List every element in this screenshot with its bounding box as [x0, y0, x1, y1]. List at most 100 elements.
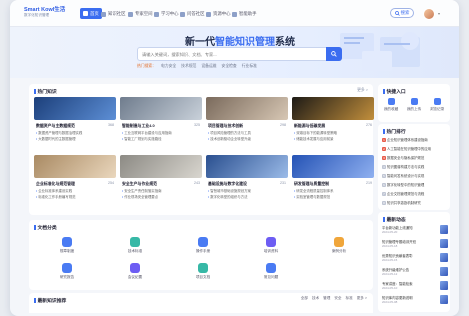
hot-search-term[interactable]: 设备运维 — [201, 64, 216, 69]
tab-management[interactable]: 管理 — [323, 296, 330, 301]
news-item[interactable]: 专家讲座：智能检索 2024-05-10 — [382, 281, 448, 293]
card-link[interactable]: 双碳目标下的能源转型策略 — [294, 130, 372, 135]
news-item[interactable]: 优秀知识贡献者表彰 2024-05-15 — [382, 253, 448, 265]
chevron-down-icon[interactable]: ▾ — [438, 11, 440, 16]
card-link[interactable]: 研发全流程质量控制体系 — [294, 188, 372, 193]
quick-access-panel: 快捷入口 我的收藏 我的上传 浏览记录 — [378, 84, 450, 122]
top-search-button[interactable]: 搜索 — [390, 8, 414, 18]
hot-search-term[interactable]: 电力安全 — [161, 64, 176, 69]
nav-learning[interactable]: 学习中心 — [154, 9, 179, 19]
knowledge-card[interactable]: 项目管理与技术创新 298 项目风险管理的方法与工具技术创新驱动企业转型升级 — [206, 97, 288, 153]
doc-category[interactable]: 会议纪要 — [115, 263, 155, 280]
quick-favorites[interactable]: 我的收藏 — [380, 98, 402, 112]
card-link[interactable]: 工业互联网平台建设与应用指南 — [122, 130, 200, 135]
knowledge-card[interactable]: 数据资产与主数据规范 368 数据资产管理与数据治理实践大数据时代的主数据管理 — [34, 97, 116, 153]
upload-icon — [410, 98, 418, 105]
news-item[interactable]: 平台新功能上线通知 2024-05-20 — [382, 225, 448, 237]
doc-category[interactable]: 规章制度 — [47, 237, 87, 254]
doc-category[interactable]: 操作手册 — [183, 237, 223, 254]
card-link[interactable]: 安全生产责任制落实指南 — [122, 188, 200, 193]
hot-search-term[interactable]: 安全检查 — [222, 64, 237, 69]
hot-search-term[interactable]: 技术规范 — [181, 64, 196, 69]
nav-community[interactable]: 知识社区 — [101, 9, 126, 19]
doc-category[interactable]: 案例分析 — [319, 237, 359, 254]
card-link[interactable]: 数字化转型的组织与方法 — [208, 194, 286, 199]
rank-item[interactable]: 3 数据安全与隐私保护规范 — [382, 155, 448, 160]
nav-home[interactable]: 首页 — [80, 8, 102, 19]
rank-item[interactable]: 1 企业知识管理体系建设指南 — [382, 137, 448, 142]
document-icon — [130, 263, 140, 273]
card-link[interactable]: 大数据时代的主数据管理 — [36, 136, 114, 141]
card-title: 安全生产与作业规范 — [122, 181, 158, 186]
history-icon — [433, 98, 441, 105]
nav-qa[interactable]: 问答社区 — [180, 9, 205, 19]
news-item[interactable]: 系统升级维护公告 2024-05-12 — [382, 267, 448, 279]
card-image — [206, 97, 288, 120]
news-item[interactable]: 知识管理专题培训开班 2024-05-18 — [382, 239, 448, 251]
card-link[interactable]: 数据资产管理与数据治理实践 — [36, 130, 114, 135]
card-image — [120, 155, 202, 178]
card-link[interactable]: 作业现场安全管理要点 — [122, 194, 200, 199]
knowledge-card[interactable]: 研发管理与质量控制 219 研发全流程质量控制体系实验室管理与数据规范 — [292, 155, 374, 211]
doc-category[interactable]: 培训资料 — [251, 237, 291, 254]
rank-item[interactable]: 7 企业文档管理规范与流程 — [382, 191, 448, 196]
tab-all[interactable]: 全部 — [301, 296, 308, 301]
avatar[interactable] — [423, 8, 435, 20]
news-item[interactable]: 知识库内容更新说明 2024-05-08 — [382, 295, 448, 307]
nav-experts[interactable]: 专家空间 — [128, 9, 153, 19]
logo[interactable]: Smart Kowl生活 数字化知识管理 — [24, 5, 70, 23]
knowledge-card[interactable]: 企业标准化与规范管理 254 企业标准体系建设实践标准化工作手册编写规范 — [34, 155, 116, 211]
card-link[interactable]: 储能技术发展与应用前景 — [294, 136, 372, 141]
knowledge-card[interactable]: 安全生产与作业规范 243 安全生产责任制落实指南作业现场安全管理要点 — [120, 155, 202, 211]
card-link[interactable]: 实验室管理与数据规范 — [294, 194, 372, 199]
card-link[interactable]: 企业标准体系建设实践 — [36, 188, 114, 193]
knowledge-card[interactable]: 新能源与低碳发展 276 双碳目标下的能源转型策略储能技术发展与应用前景 — [292, 97, 374, 153]
doc-category[interactable]: 项目文档 — [183, 263, 223, 280]
card-link[interactable]: 标准化工作手册编写规范 — [36, 194, 114, 199]
more-link[interactable]: 更多 > — [357, 296, 367, 301]
rank-title: 知识图谱构建方法与实践 — [387, 165, 425, 169]
knowledge-card[interactable]: 基础设施与数字化建设 231 智慧城市基础设施规划方案数字化转型的组织与方法 — [206, 155, 288, 211]
document-icon — [198, 237, 208, 247]
nav-assistant[interactable]: 智能助手 — [232, 9, 257, 19]
tab-safety[interactable]: 安全 — [334, 296, 341, 301]
card-link[interactable]: 项目风险管理的方法与工具 — [208, 130, 286, 135]
knowledge-card[interactable]: 智能制造与工业4.0 325 工业互联网平台建设与应用指南智能工厂规划与实施路径 — [120, 97, 202, 153]
assistant-icon — [232, 11, 237, 17]
card-count: 276 — [366, 123, 372, 127]
quick-history[interactable]: 浏览记录 — [426, 98, 448, 112]
nav-resources[interactable]: 资源中心 — [206, 9, 231, 19]
doc-category[interactable]: 研究报告 — [47, 263, 87, 280]
doc-category-label: 培训资料 — [263, 249, 279, 253]
search-submit-button[interactable] — [326, 47, 342, 61]
news-panel: 最新动态 平台新功能上线通知 2024-05-20 知识管理专题培训开班 2024-0… — [378, 212, 450, 312]
doc-category[interactable]: 常见问题 — [251, 263, 291, 280]
rank-item[interactable]: 5 智能问答系统设计与实现 — [382, 173, 448, 178]
doc-category-label: 常见问题 — [263, 275, 279, 279]
news-thumbnail — [440, 295, 448, 304]
section-title-text: 热门知识 — [37, 90, 57, 95]
tab-standards[interactable]: 标准 — [346, 296, 353, 301]
news-date: 2024-05-08 — [382, 300, 398, 304]
rank-item[interactable]: 6 数字化转型中的知识管理 — [382, 182, 448, 187]
news-thumbnail — [440, 253, 448, 262]
card-link[interactable]: 智能工厂规划与实施路径 — [122, 136, 200, 141]
hot-search-term[interactable]: 行业标准 — [242, 64, 257, 69]
rank-item[interactable]: 2 人工智能在知识管理中的应用 — [382, 146, 448, 151]
tab-tech[interactable]: 技术 — [312, 296, 319, 301]
card-count: 254 — [108, 181, 114, 185]
card-link[interactable]: 智慧城市基础设施规划方案 — [208, 188, 286, 193]
news-thumbnail — [440, 225, 448, 234]
card-image — [34, 155, 116, 178]
card-image — [292, 97, 374, 120]
card-link[interactable]: 技术创新驱动企业转型升级 — [208, 136, 286, 141]
rank-item[interactable]: 4 知识图谱构建方法与实践 — [382, 164, 448, 169]
quick-uploads[interactable]: 我的上传 — [403, 98, 425, 112]
hot-search-label: 热门搜索： — [137, 64, 156, 68]
rank-number: 6 — [382, 183, 386, 187]
card-count: 325 — [194, 123, 200, 127]
doc-category[interactable]: 技术标准 — [115, 237, 155, 254]
search-input[interactable] — [142, 48, 312, 60]
rank-item[interactable]: 8 知识共享激励机制研究 — [382, 200, 448, 205]
more-link[interactable]: 更多 > — [357, 88, 368, 93]
